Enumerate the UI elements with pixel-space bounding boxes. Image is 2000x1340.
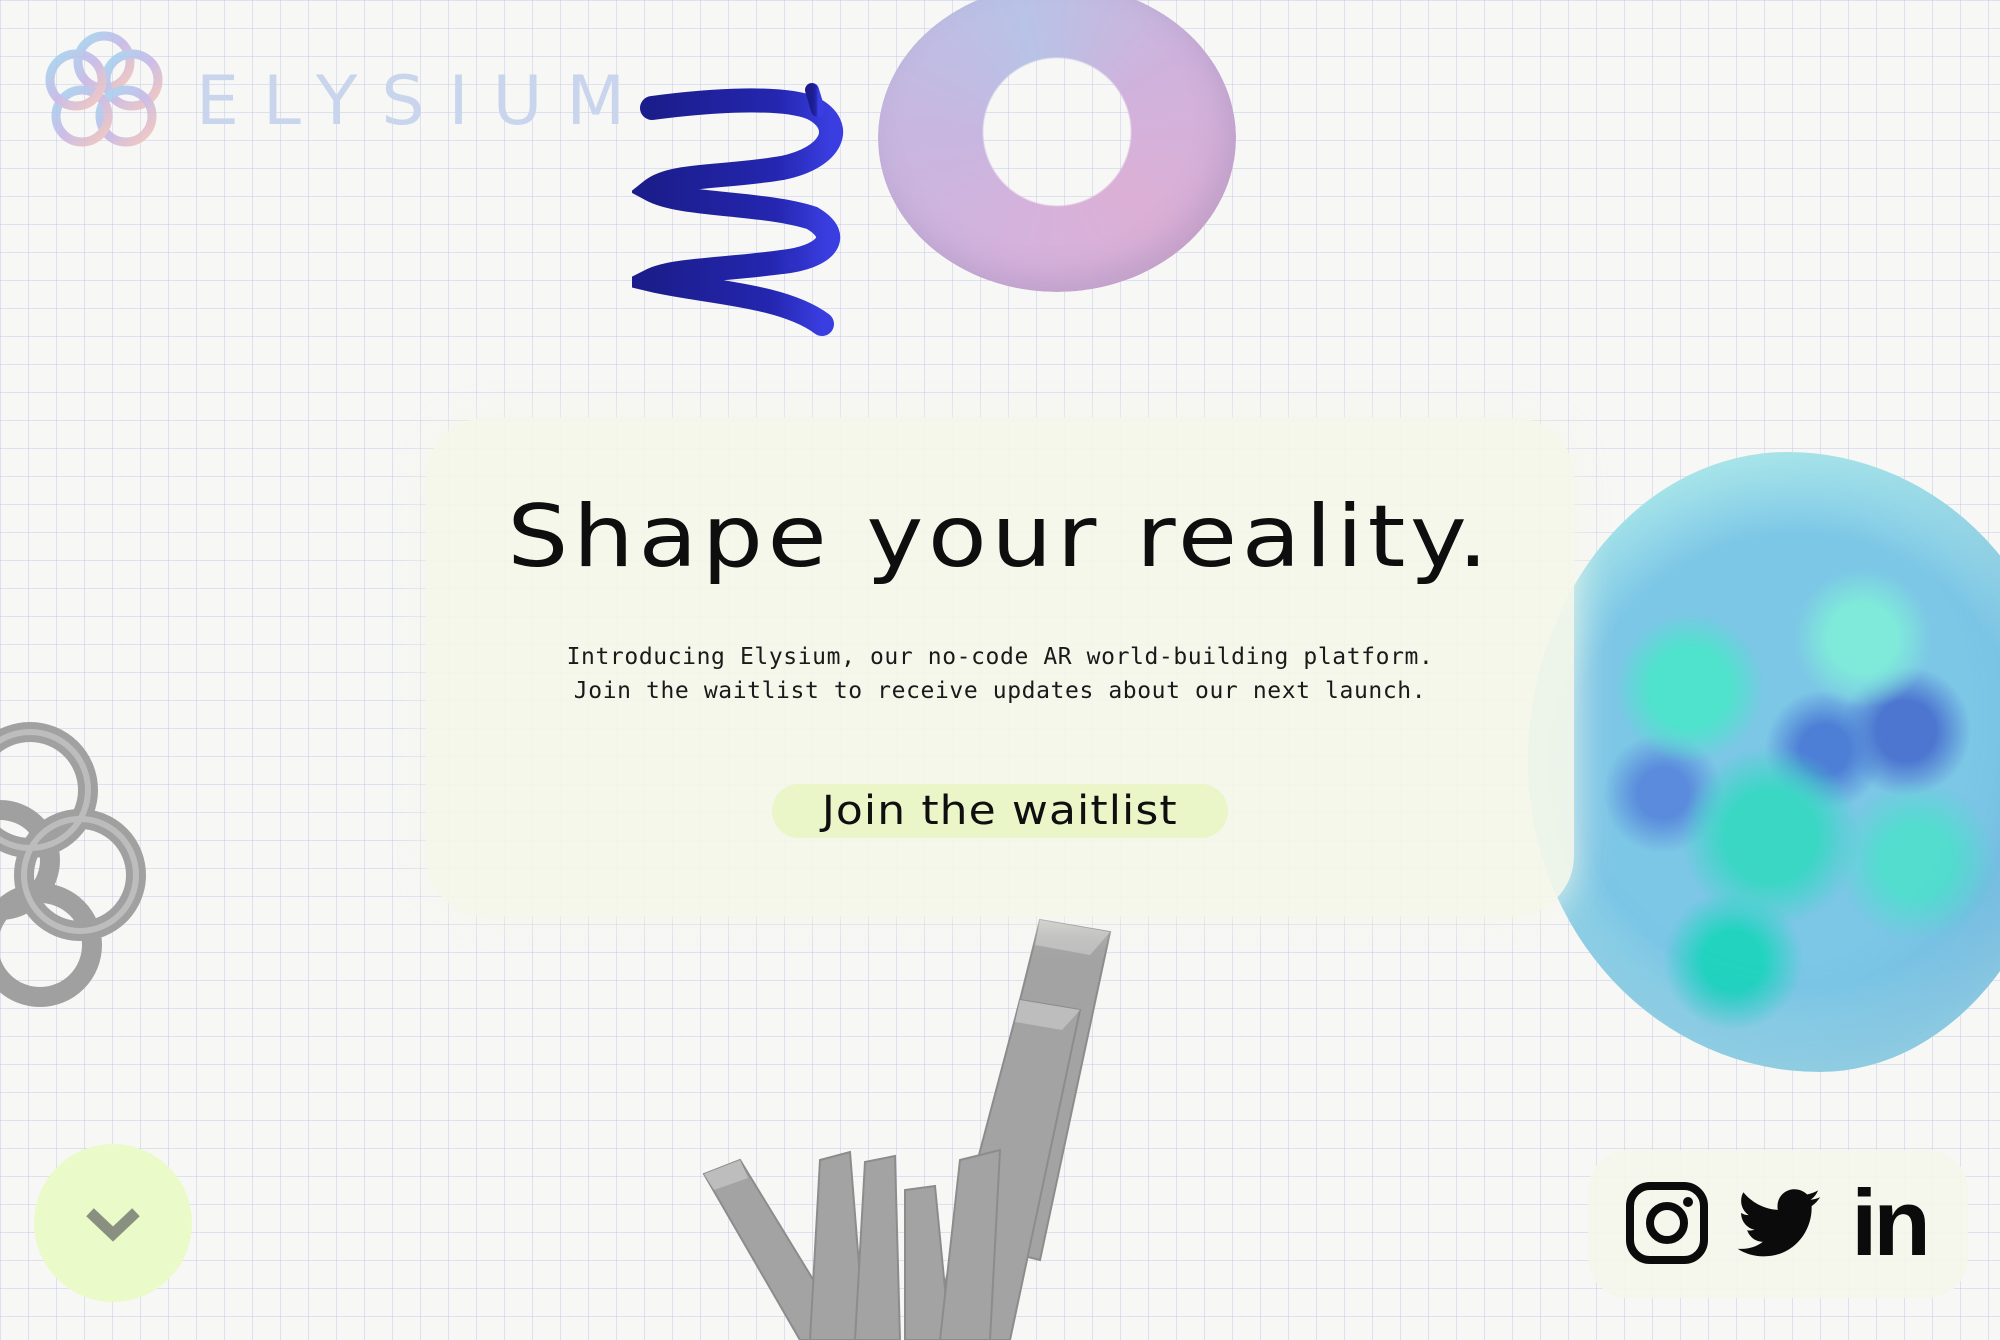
join-waitlist-button[interactable]: Join the waitlist <box>772 784 1228 838</box>
linkedin-link[interactable]: in <box>1844 1176 1934 1270</box>
gray-crystal-3d <box>702 918 1112 1340</box>
elysium-logo[interactable]: ELYSIUM <box>34 24 625 174</box>
hero-title: Shape your reality. <box>507 487 1493 587</box>
hero-subtitle: Introducing Elysium, our no-code AR worl… <box>426 640 1574 708</box>
pink-torus-3d <box>878 0 1236 292</box>
instagram-link[interactable] <box>1622 1176 1712 1270</box>
join-waitlist-label: Join the waitlist <box>822 788 1178 834</box>
twitter-icon <box>1737 1189 1821 1257</box>
flower-knot-logo-icon <box>45 31 163 147</box>
hero-subtitle-line1: Introducing Elysium, our no-code AR worl… <box>566 644 1434 670</box>
scroll-down-button[interactable] <box>34 1144 192 1302</box>
hero-subtitle-line2: Join the waitlist to receive updates abo… <box>573 678 1427 704</box>
chevron-down-icon <box>86 1208 140 1242</box>
brand-wordmark: ELYSIUM <box>196 62 650 141</box>
twitter-link[interactable] <box>1734 1176 1824 1270</box>
linkedin-icon: in <box>1851 1170 1931 1275</box>
gray-knot-3d <box>0 722 146 1007</box>
instagram-icon <box>1626 1182 1708 1264</box>
social-links-bar: in <box>1588 1150 1968 1298</box>
blue-spring-3d <box>632 83 843 336</box>
